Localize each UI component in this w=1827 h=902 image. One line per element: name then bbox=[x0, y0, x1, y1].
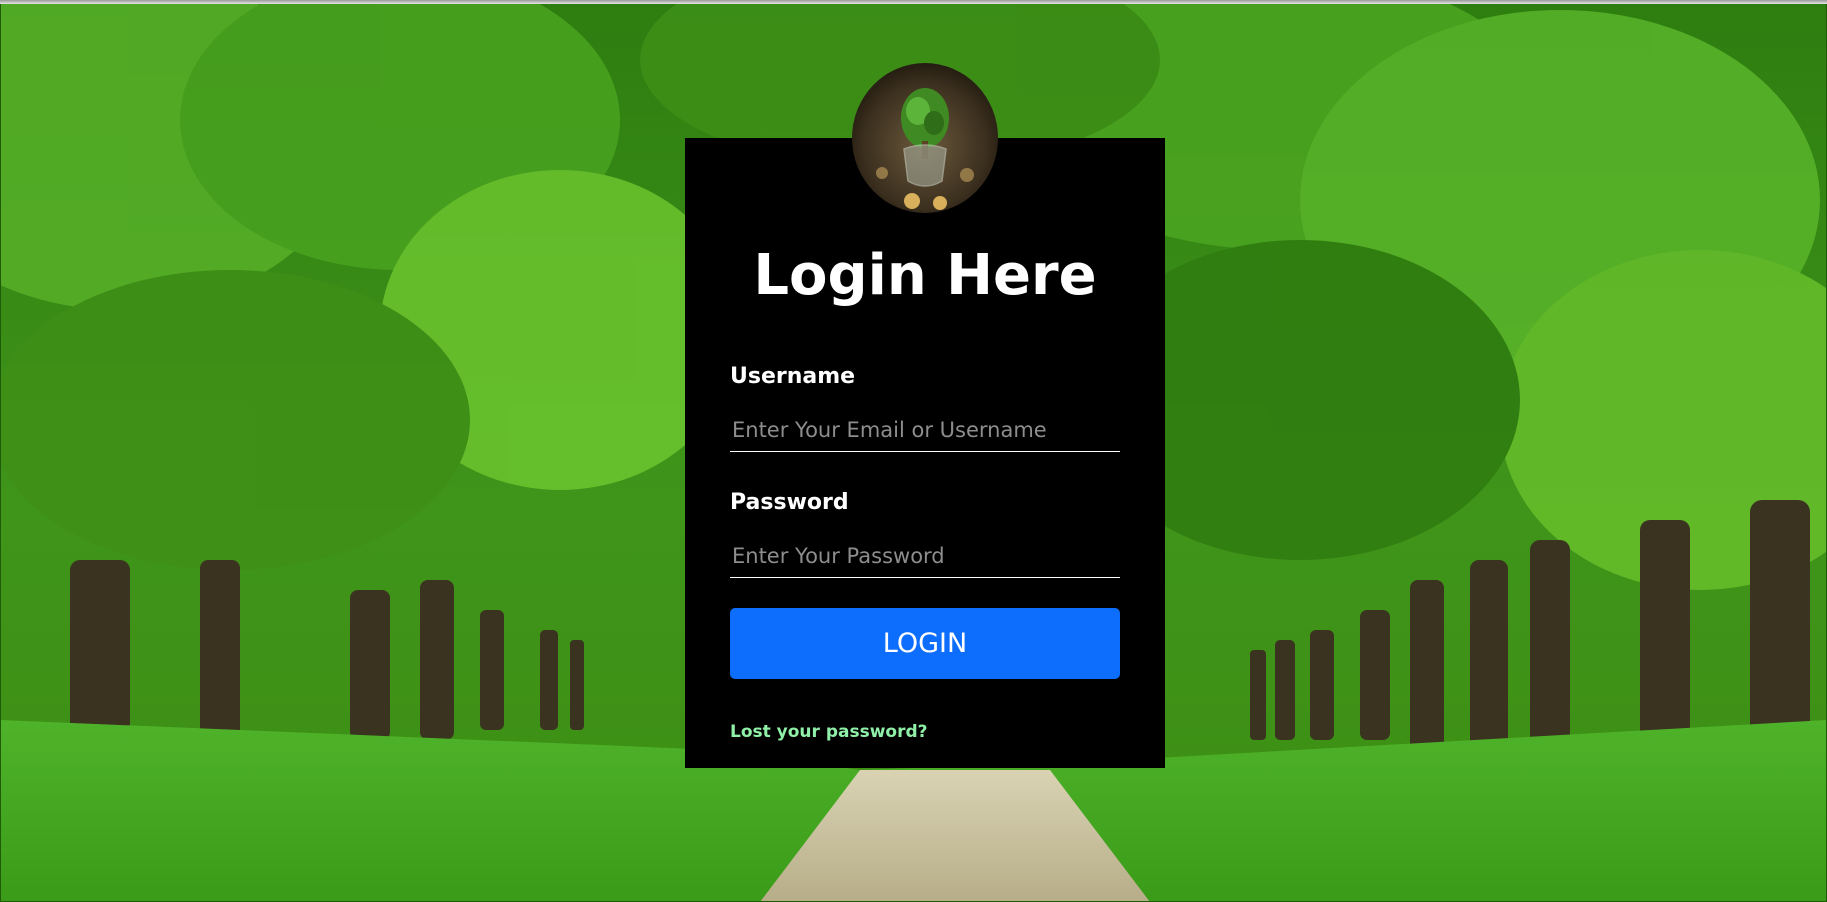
login-card: Login Here Username Password LOGIN Lost … bbox=[685, 138, 1165, 768]
page-title: Login Here bbox=[753, 243, 1097, 308]
avatar bbox=[852, 63, 998, 213]
tree-in-glass-avatar-image bbox=[852, 63, 998, 213]
password-input[interactable] bbox=[730, 534, 1120, 578]
username-label: Username bbox=[730, 364, 856, 389]
login-page: Login Here Username Password LOGIN Lost … bbox=[0, 0, 1827, 902]
top-border bbox=[0, 0, 1827, 4]
password-label: Password bbox=[730, 490, 849, 515]
login-button[interactable]: LOGIN bbox=[730, 608, 1120, 679]
username-input[interactable] bbox=[730, 408, 1120, 452]
lost-password-link[interactable]: Lost your password? bbox=[730, 722, 928, 742]
